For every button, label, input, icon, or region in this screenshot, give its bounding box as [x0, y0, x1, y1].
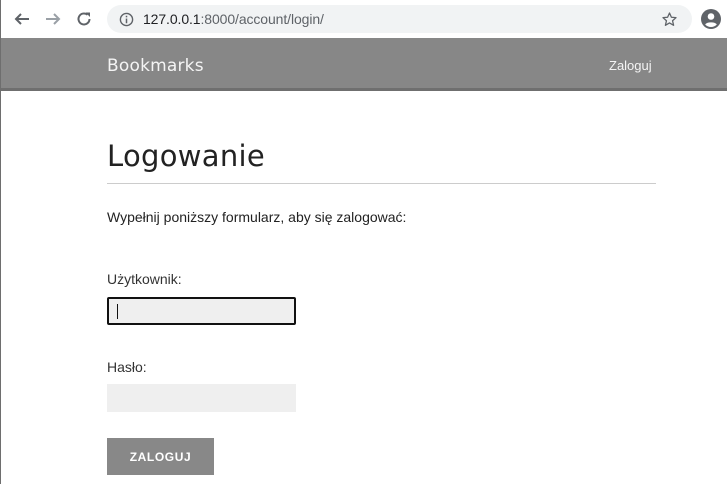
username-label: Użytkownik: [107, 271, 182, 287]
password-label: Hasło: [107, 359, 147, 375]
info-icon[interactable] [118, 11, 134, 27]
login-submit-button[interactable]: ZALOGUJ [107, 438, 214, 475]
back-arrow-icon[interactable] [11, 8, 33, 30]
password-input[interactable] [107, 384, 296, 412]
title-divider [107, 183, 656, 184]
url-path: :8000/account/login/ [200, 11, 324, 27]
site-header: Bookmarks Zaloguj [1, 38, 727, 91]
site-logo[interactable]: Bookmarks [107, 56, 204, 76]
browser-window: 127.0.0.1:8000/account/login/ Bookmarks … [0, 0, 727, 484]
page-title: Logowanie [107, 139, 266, 173]
address-bar[interactable]: 127.0.0.1:8000/account/login/ [107, 5, 692, 33]
header-login-link[interactable]: Zaloguj [609, 58, 652, 74]
url-text: 127.0.0.1:8000/account/login/ [143, 11, 324, 27]
url-host: 127.0.0.1 [143, 11, 201, 27]
intro-text: Wypełnij poniższy formularz, aby się zal… [107, 209, 407, 225]
reload-icon[interactable] [73, 8, 95, 30]
forward-arrow-icon[interactable] [42, 8, 64, 30]
header-divider [1, 88, 727, 91]
username-input[interactable] [107, 297, 296, 325]
star-icon[interactable] [660, 10, 678, 28]
text-caret [117, 304, 118, 319]
account-icon[interactable] [701, 9, 721, 29]
browser-toolbar: 127.0.0.1:8000/account/login/ [1, 0, 727, 38]
